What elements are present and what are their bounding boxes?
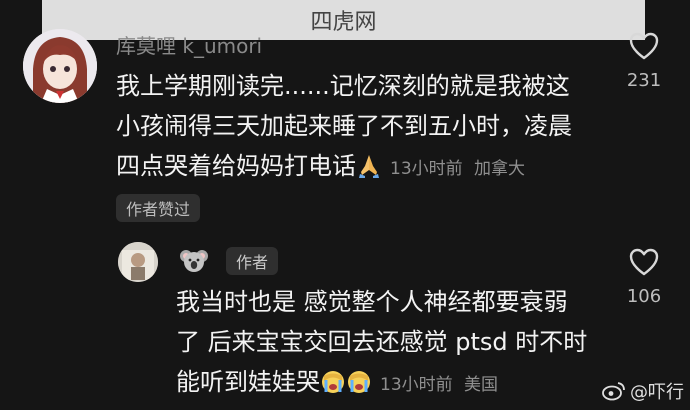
crying-face-emoji xyxy=(348,371,370,393)
author-liked-badge: 作者赞过 xyxy=(116,194,201,222)
crying-face-emoji xyxy=(322,371,344,393)
folded-hands-emoji xyxy=(359,155,379,178)
reply-line-last: 能听到娃娃哭 13小时前 美国 xyxy=(176,362,606,405)
comment-username[interactable]: 库莫哩 k_umori xyxy=(116,30,262,59)
avatar[interactable] xyxy=(23,29,97,103)
reply-header: 作者 xyxy=(180,247,279,275)
comment-text: 我上学期刚读完......记忆深刻的就是我被这 小孩闹得三天加起来睡了不到五小时… xyxy=(116,66,596,189)
heart-outline-icon xyxy=(629,32,659,60)
comment-time: 13小时前 xyxy=(390,159,463,179)
comment-location: 加拿大 xyxy=(474,159,526,179)
like-button[interactable]: 231 xyxy=(614,32,674,91)
author-badge: 作者 xyxy=(226,247,279,275)
reply-line: 了 后来宝宝交回去还感觉 ptsd 时不时 xyxy=(176,328,588,356)
reply-like-count: 106 xyxy=(626,286,662,307)
koala-emoji[interactable] xyxy=(180,248,208,274)
comment-line: 我上学期刚读完......记忆深刻的就是我被这 xyxy=(116,72,570,100)
comment-line: 四点哭着给妈妈打电话 xyxy=(116,152,356,180)
reply-line: 我当时也是 感觉整个人神经都要衰弱 xyxy=(176,288,568,316)
weibo-logo xyxy=(602,382,625,401)
watermark-text: @吓行 xyxy=(630,382,684,403)
comment-line: 小孩闹得三天加起来睡了不到五小时，凌晨 xyxy=(116,112,572,140)
reply-avatar[interactable] xyxy=(118,242,158,282)
like-count: 231 xyxy=(626,70,662,91)
reply-text: 我当时也是 感觉整个人神经都要衰弱 了 后来宝宝交回去还感觉 ptsd 时不时 … xyxy=(176,282,606,405)
comment-line-last: 四点哭着给妈妈打电话 13小时前 加拿大 xyxy=(116,146,596,189)
reply-time: 13小时前 xyxy=(380,375,453,395)
heart-outline-icon xyxy=(629,248,659,276)
reply-location: 美国 xyxy=(464,375,499,395)
reply-like-button[interactable]: 106 xyxy=(614,248,674,307)
reply-line: 能听到娃娃哭 xyxy=(176,368,320,396)
weibo-watermark: @吓行 xyxy=(602,378,684,404)
